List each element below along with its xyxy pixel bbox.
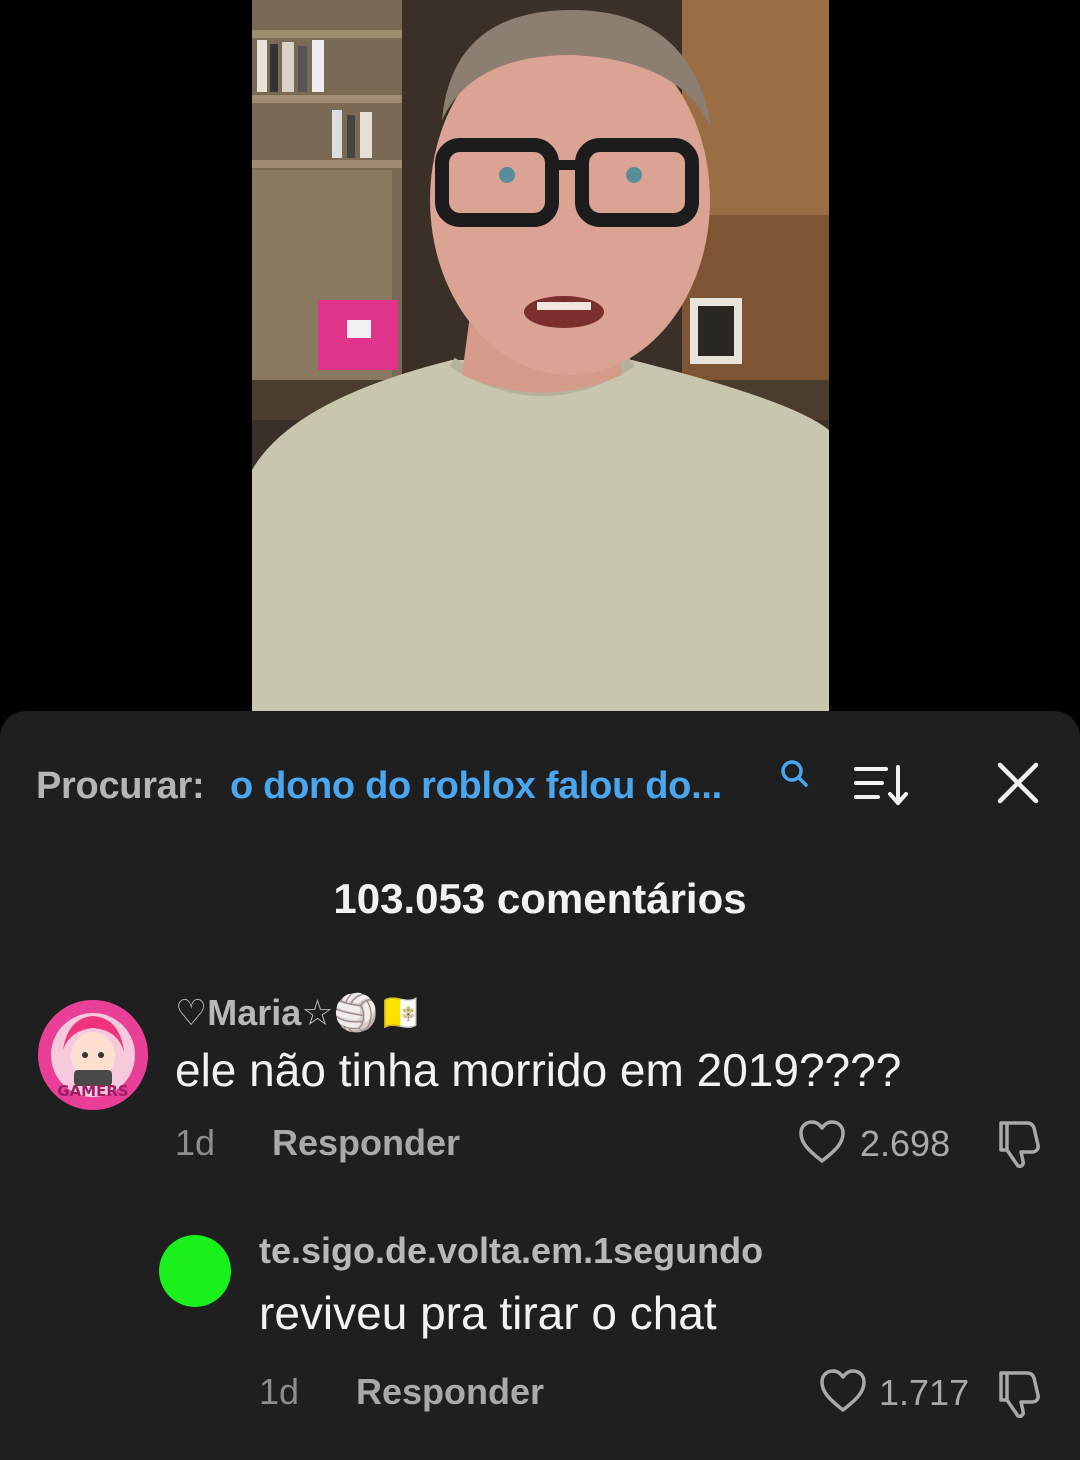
avatar[interactable] bbox=[159, 1235, 231, 1307]
comment-text: reviveu pra tirar o chat bbox=[259, 1287, 717, 1339]
thumbs-down-icon[interactable] bbox=[993, 1369, 1041, 1419]
reply-item: te.sigo.de.volta.em.1segundo reviveu pra… bbox=[0, 711, 1080, 1460]
video-frame-image bbox=[252, 0, 829, 711]
video-player[interactable] bbox=[252, 0, 829, 711]
comment-time: 1d bbox=[259, 1371, 300, 1412]
reply-button[interactable]: Responder bbox=[356, 1371, 544, 1413]
like-count: 1.717 bbox=[879, 1372, 970, 1413]
heart-icon[interactable] bbox=[819, 1368, 867, 1414]
comments-sheet: Procurar: o dono do roblox falou do... 1… bbox=[0, 711, 1080, 1460]
comment-username[interactable]: te.sigo.de.volta.em.1segundo bbox=[259, 1230, 763, 1272]
